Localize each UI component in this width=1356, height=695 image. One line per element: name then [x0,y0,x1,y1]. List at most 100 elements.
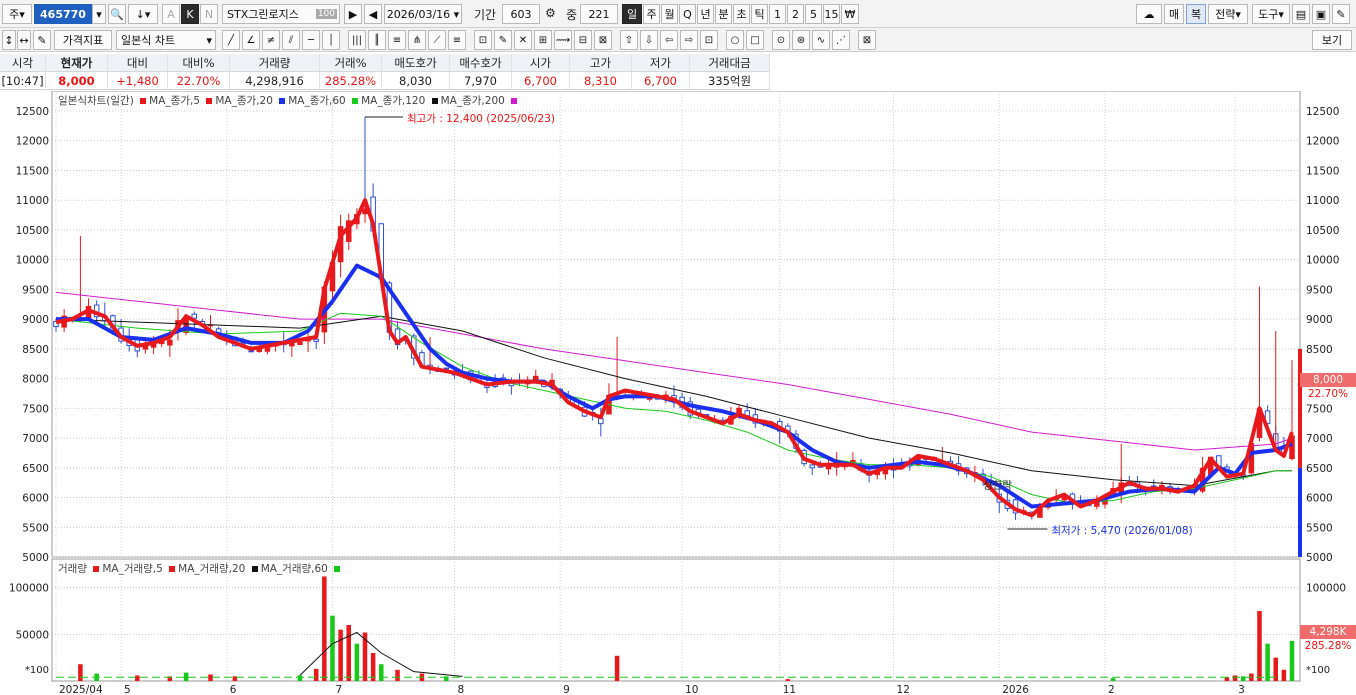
mid-annotation: 상한락 [983,480,1012,492]
k-button[interactable]: K [181,4,199,24]
cycle-icon[interactable]: ||| [348,30,366,50]
folder-icon[interactable]: ▤ [1292,4,1310,24]
wrench-icon[interactable]: ✎ [1332,4,1350,24]
period-button[interactable]: Q [679,4,696,24]
chart-area[interactable]: 12500 12500 12000 12000 11500 11500 11000 11000… [0,90,1356,695]
next-arrow-icon[interactable]: ▶ [344,4,362,24]
x-axis-label: 8 [457,684,464,695]
period-button[interactable]: 초 [733,4,750,24]
display-label: 중 [566,8,578,22]
market-select[interactable]: 주 ▾ [2,4,32,24]
quote-value: 8,030 [382,72,450,90]
tools-button[interactable]: 도구 ▾ [1252,4,1290,24]
main-toolbar: 주 ▾ 465770 ▾ 🔍 ↓▾ A K N STX그린로지스 100 ▶ ◀ … [0,0,1356,28]
close-icon[interactable]: ⊠ [858,30,876,50]
period-button[interactable]: 일 [622,4,642,24]
chart-type-select[interactable]: 일본식 차트 ▾ [116,30,216,50]
stock-chart[interactable]: 12500 12500 12000 12000 11500 11500 11000 11000… [0,90,1356,695]
a-button[interactable]: A [162,4,180,24]
leftright-icon[interactable]: ↔ [17,30,31,50]
fib-icon[interactable]: ≡ [388,30,406,50]
n-button[interactable]: N [200,4,218,24]
period-button[interactable]: 주 [643,4,660,24]
stock-name-field[interactable]: STX그린로지스 100 [222,4,340,24]
edit-icon[interactable]: ✎ [33,30,51,50]
volume-bar [330,615,335,681]
price-tick-left: 9000 [22,314,49,326]
select-icon[interactable]: ⊡ [474,30,492,50]
price-tick-left: 10500 [16,225,49,237]
right-arrow-icon[interactable]: ⇨ [680,30,698,50]
stock-code-input[interactable]: 465770 [34,4,92,24]
grid-icon[interactable]: ║ [368,30,386,50]
period-button[interactable]: 15 [823,4,840,24]
frame-icon[interactable]: ⊠ [594,30,612,50]
export-icon[interactable]: ⊡ [700,30,718,50]
pattern-icon[interactable]: ⋰ [832,30,850,50]
updown-icon[interactable]: ↕ [2,30,16,50]
delete-icon[interactable]: ✕ [514,30,532,50]
display-count-input[interactable]: 221 [580,4,618,24]
save-icon[interactable]: ▣ [1312,4,1330,24]
quote-header: 매수호가 [450,54,512,72]
currency-icon[interactable]: ₩ [841,4,859,24]
copy-icon[interactable]: ⟿ [554,30,572,50]
volume-bar [379,664,384,681]
price-tick-right: 5000 [1306,552,1333,564]
settings-icon[interactable]: ⊛ [792,30,810,50]
volume-bar [313,668,319,681]
period-button[interactable]: 월 [661,4,678,24]
quote-value: 8,000 [46,72,108,90]
left-arrow-icon[interactable]: ⇦ [660,30,678,50]
gear-icon[interactable]: ⚙ [545,6,556,20]
wave-icon[interactable]: ∿ [812,30,830,50]
quote-value: 285.28% [320,72,382,90]
period-input[interactable]: 603 [502,4,540,24]
parallel-icon[interactable]: ≡ [448,30,466,50]
price-legend: 일본식차트(일간) MA_종가,5 MA_종가,20 MA_종가,60 MA_종… [58,93,520,108]
price-tick-left: 5000 [22,552,49,564]
fan-icon[interactable]: ⋔ [408,30,426,50]
name-badge: 100 [315,9,337,19]
fork-icon[interactable]: ≠ [262,30,280,50]
multi-button[interactable]: 복 [1186,4,1206,24]
candle-body [248,350,254,353]
period-button[interactable]: 틱 [751,4,768,24]
period-button[interactable]: 분 [715,4,732,24]
pen-icon[interactable]: ⫽ [282,30,300,50]
circle-icon[interactable]: ○ [726,30,744,50]
brush-icon[interactable]: ✎ [494,30,512,50]
quote-header: 시가 [512,54,570,72]
prev-arrow-icon[interactable]: ◀ [364,4,382,24]
color-icon[interactable]: ⊞ [534,30,552,50]
period-button[interactable]: 2 [787,4,804,24]
price-tick-left: 8000 [22,374,49,386]
code-dropdown-icon[interactable]: ▾ [92,4,106,24]
period-button[interactable]: 5 [805,4,822,24]
sort-dropdown[interactable]: ↓▾ [128,4,158,24]
volume-bar [346,625,351,681]
quote-header: 고가 [570,54,632,72]
buy-button[interactable]: 매 [1164,4,1184,24]
price-tick-left: 5500 [22,522,49,534]
up-arrow-icon[interactable]: ⇧ [620,30,638,50]
date-picker[interactable]: 2026/03/16 ▾ [384,4,462,24]
channel-icon[interactable]: ⟋ [428,30,446,50]
view-button[interactable]: 보기 [1312,30,1352,50]
price-tick-left: 7500 [22,403,49,415]
period-button[interactable]: 1 [769,4,786,24]
ruler-icon[interactable]: ⊟ [574,30,592,50]
vline-icon[interactable]: │ [322,30,340,50]
indicator-button[interactable]: 가격지표 [54,30,112,50]
period-button[interactable]: 년 [697,4,714,24]
angle-icon[interactable]: ∠ [242,30,260,50]
cloud-icon[interactable]: ☁ [1136,4,1162,24]
rect-icon[interactable]: □ [746,30,764,50]
search-icon[interactable]: 🔍 [108,4,126,24]
strategy-button[interactable]: 전략 ▾ [1208,4,1248,24]
volume-legend: 거래량 MA_거래량,5 MA_거래량,20 MA_거래량,60 [58,561,343,576]
trendline-icon[interactable]: ╱ [222,30,240,50]
hline-icon[interactable]: ─ [302,30,320,50]
zoom-icon[interactable]: ⊙ [772,30,790,50]
down-arrow-icon[interactable]: ⇩ [640,30,658,50]
